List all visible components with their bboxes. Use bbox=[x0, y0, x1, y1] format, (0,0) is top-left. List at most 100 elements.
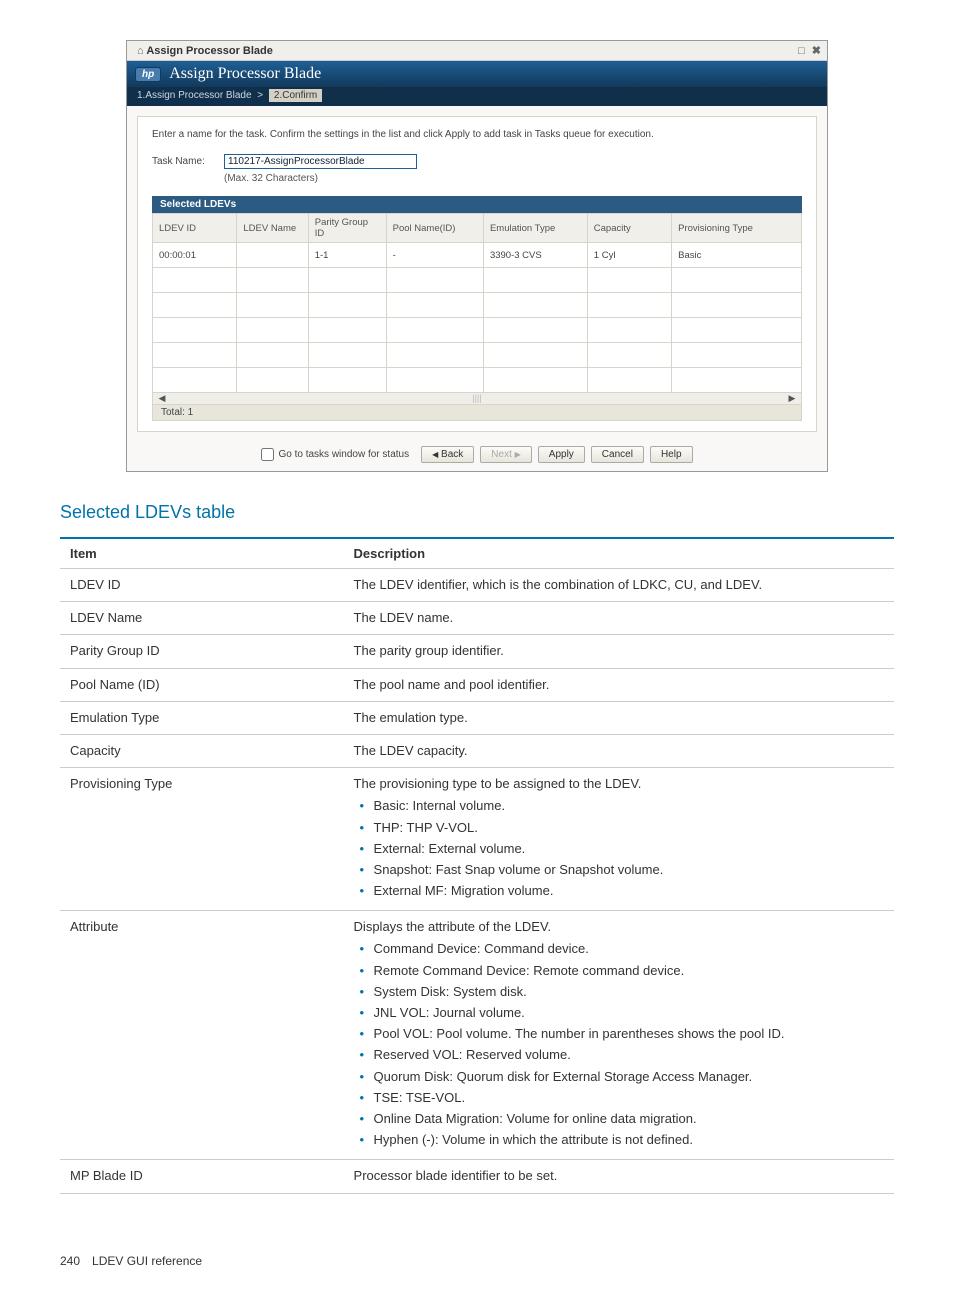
apply-button[interactable]: Apply bbox=[538, 446, 585, 463]
ref-item: Capacity bbox=[60, 734, 344, 767]
ref-row: MP Blade IDProcessor blade identifier to… bbox=[60, 1160, 894, 1193]
ref-desc: The pool name and pool identifier. bbox=[344, 668, 894, 701]
hp-logo: hp bbox=[135, 67, 161, 82]
ref-desc: Processor blade identifier to be set. bbox=[344, 1160, 894, 1193]
ref-item: Attribute bbox=[60, 911, 344, 1160]
selected-ldevs-header: Selected LDEVs bbox=[152, 196, 802, 213]
goto-tasks-text: Go to tasks window for status bbox=[278, 449, 409, 460]
goto-tasks-checkbox-label[interactable]: Go to tasks window for status bbox=[261, 448, 409, 461]
ref-item: LDEV ID bbox=[60, 569, 344, 602]
goto-tasks-checkbox[interactable] bbox=[261, 448, 274, 461]
ref-bullet: Remote Command Device: Remote command de… bbox=[374, 962, 884, 980]
ref-bullet: Hyphen (-): Volume in which the attribut… bbox=[374, 1131, 884, 1149]
ref-bullet: Basic: Internal volume. bbox=[374, 797, 884, 815]
wizard-step-1: 1.Assign Processor Blade bbox=[137, 90, 252, 101]
selected-ldevs-table: LDEV ID LDEV Name Parity Group ID Pool N… bbox=[152, 213, 802, 393]
ref-desc: The emulation type. bbox=[344, 701, 894, 734]
ref-row: Parity Group IDThe parity group identifi… bbox=[60, 635, 894, 668]
pin-icon[interactable] bbox=[137, 45, 144, 57]
assign-processor-blade-dialog: Assign Processor Blade ✖ hp Assign Proce… bbox=[126, 40, 828, 472]
cell-pool-name: - bbox=[386, 243, 483, 268]
ref-item: MP Blade ID bbox=[60, 1160, 344, 1193]
scroll-left-icon[interactable]: ◀ bbox=[156, 393, 168, 404]
col-emulation-type[interactable]: Emulation Type bbox=[483, 214, 587, 243]
cell-emulation: 3390-3 CVS bbox=[483, 243, 587, 268]
ref-bullet: Reserved VOL: Reserved volume. bbox=[374, 1046, 884, 1064]
triangle-right-icon: ▶ bbox=[515, 450, 521, 459]
cell-capacity: 1 Cyl bbox=[587, 243, 671, 268]
close-icon[interactable]: ✖ bbox=[812, 44, 821, 57]
table-row bbox=[153, 293, 802, 318]
selected-ldevs-reference-table: Item Description LDEV IDThe LDEV identif… bbox=[60, 537, 894, 1194]
next-button: Next ▶ bbox=[480, 446, 532, 463]
table-hscroll[interactable]: ◀ |||| ▶ bbox=[152, 393, 802, 405]
ref-bullet: JNL VOL: Journal volume. bbox=[374, 1004, 884, 1022]
triangle-left-icon: ◀ bbox=[432, 450, 438, 459]
ref-desc: The parity group identifier. bbox=[344, 635, 894, 668]
wizard-steps: 1.Assign Processor Blade > 2.Confirm bbox=[127, 87, 827, 106]
ref-desc: The LDEV capacity. bbox=[344, 734, 894, 767]
ref-bullet: THP: THP V-VOL. bbox=[374, 819, 884, 837]
wizard-sep: > bbox=[257, 90, 263, 101]
table-total: Total: 1 bbox=[152, 405, 802, 421]
ref-bullet: External: External volume. bbox=[374, 840, 884, 858]
ref-desc: Displays the attribute of the LDEV.Comma… bbox=[344, 911, 894, 1160]
scroll-grip-icon[interactable]: |||| bbox=[472, 393, 481, 404]
help-button[interactable]: Help bbox=[650, 446, 693, 463]
ref-bullet: Command Device: Command device. bbox=[374, 940, 884, 958]
ref-item: Emulation Type bbox=[60, 701, 344, 734]
table-row bbox=[153, 368, 802, 393]
col-pool-name-id[interactable]: Pool Name(ID) bbox=[386, 214, 483, 243]
task-name-input[interactable] bbox=[224, 154, 417, 169]
dialog-instructions: Enter a name for the task. Confirm the s… bbox=[152, 129, 802, 140]
section-title: Selected LDEVs table bbox=[60, 502, 894, 523]
ref-row: Provisioning TypeThe provisioning type t… bbox=[60, 768, 894, 911]
ref-desc: The provisioning type to be assigned to … bbox=[344, 768, 894, 911]
col-provisioning-type[interactable]: Provisioning Type bbox=[672, 214, 802, 243]
task-name-label: Task Name: bbox=[152, 156, 224, 167]
dialog-titlebar: Assign Processor Blade ✖ bbox=[127, 41, 827, 61]
ref-th-desc: Description bbox=[344, 538, 894, 569]
col-ldev-id[interactable]: LDEV ID bbox=[153, 214, 237, 243]
ref-item: Pool Name (ID) bbox=[60, 668, 344, 701]
ref-bullet: Online Data Migration: Volume for online… bbox=[374, 1110, 884, 1128]
scroll-right-icon[interactable]: ▶ bbox=[786, 393, 798, 404]
dialog-footer: Go to tasks window for status ◀ Back Nex… bbox=[127, 442, 827, 471]
cell-ldev-id: 00:00:01 bbox=[153, 243, 237, 268]
ref-th-item: Item bbox=[60, 538, 344, 569]
ref-desc: The LDEV name. bbox=[344, 602, 894, 635]
table-row bbox=[153, 318, 802, 343]
cell-parity-group: 1-1 bbox=[308, 243, 386, 268]
ref-bullet: Quorum Disk: Quorum disk for External St… bbox=[374, 1068, 884, 1086]
col-capacity[interactable]: Capacity bbox=[587, 214, 671, 243]
ref-item: Provisioning Type bbox=[60, 768, 344, 911]
col-ldev-name[interactable]: LDEV Name bbox=[237, 214, 308, 243]
cancel-button[interactable]: Cancel bbox=[591, 446, 644, 463]
table-row bbox=[153, 343, 802, 368]
back-button[interactable]: ◀ Back bbox=[421, 446, 474, 463]
wizard-step-2: 2.Confirm bbox=[269, 89, 322, 102]
dialog-header: hp Assign Processor Blade bbox=[127, 61, 827, 87]
ref-row: LDEV IDThe LDEV identifier, which is the… bbox=[60, 569, 894, 602]
ref-bullet: Snapshot: Fast Snap volume or Snapshot v… bbox=[374, 861, 884, 879]
dialog-titlebar-text: Assign Processor Blade bbox=[146, 45, 273, 57]
ref-row: AttributeDisplays the attribute of the L… bbox=[60, 911, 894, 1160]
task-name-note: (Max. 32 Characters) bbox=[224, 173, 802, 184]
col-parity-group-id[interactable]: Parity Group ID bbox=[308, 214, 386, 243]
table-row bbox=[153, 268, 802, 293]
ref-row: LDEV NameThe LDEV name. bbox=[60, 602, 894, 635]
ref-bullet: External MF: Migration volume. bbox=[374, 882, 884, 900]
cell-ldev-name bbox=[237, 243, 308, 268]
ref-desc: The LDEV identifier, which is the combin… bbox=[344, 569, 894, 602]
ref-row: Emulation TypeThe emulation type. bbox=[60, 701, 894, 734]
table-row[interactable]: 00:00:01 1-1 - 3390-3 CVS 1 Cyl Basic bbox=[153, 243, 802, 268]
dialog-title: Assign Processor Blade bbox=[169, 65, 321, 83]
cell-provisioning: Basic bbox=[672, 243, 802, 268]
ref-bullet: System Disk: System disk. bbox=[374, 983, 884, 1001]
page-footer: 240 LDEV GUI reference bbox=[60, 1254, 894, 1268]
ref-row: Pool Name (ID)The pool name and pool ide… bbox=[60, 668, 894, 701]
ref-row: CapacityThe LDEV capacity. bbox=[60, 734, 894, 767]
ref-item: LDEV Name bbox=[60, 602, 344, 635]
maximize-icon[interactable] bbox=[798, 45, 805, 57]
ref-bullet: TSE: TSE-VOL. bbox=[374, 1089, 884, 1107]
